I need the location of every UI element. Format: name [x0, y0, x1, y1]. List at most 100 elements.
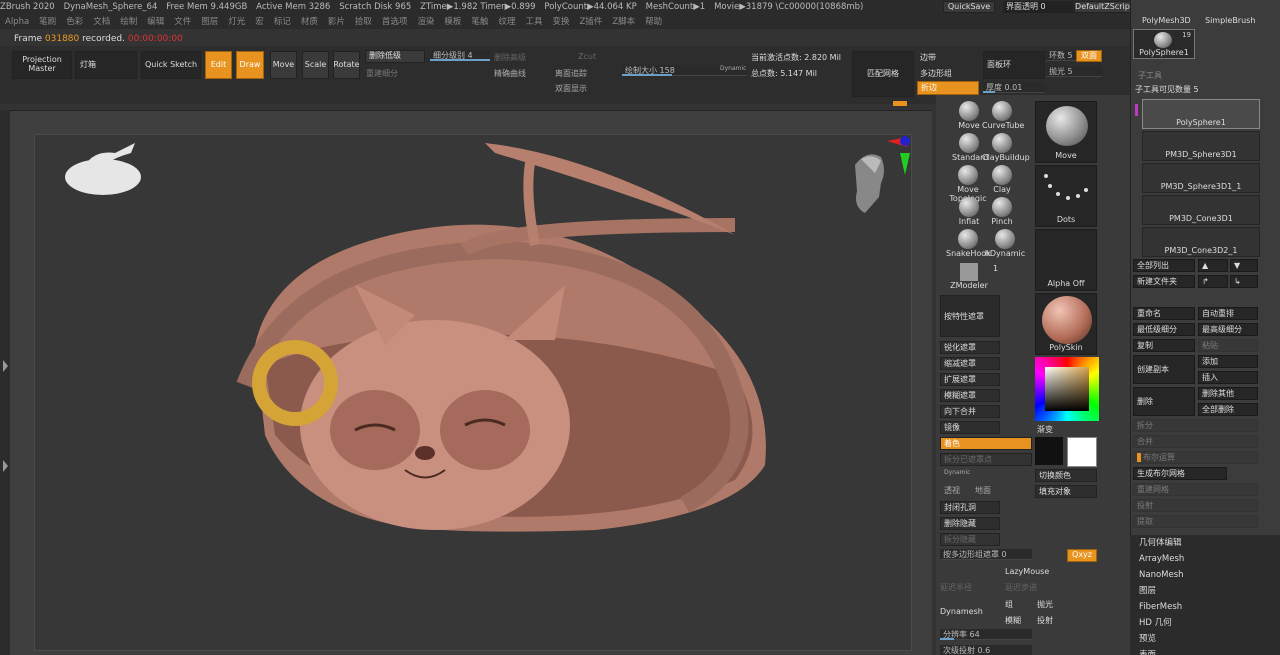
make-boolean-mesh-button[interactable]: 生成布尔网格 — [1133, 467, 1227, 480]
surface-item[interactable]: 表面 — [1130, 647, 1280, 655]
move-down-button[interactable]: ▼ — [1230, 259, 1258, 272]
menu-item[interactable]: 变换 — [552, 15, 569, 29]
lazy-step-slider[interactable]: 延迟步进 — [1005, 582, 1037, 593]
delete-button[interactable]: 删除 — [1133, 387, 1195, 416]
secondary-color-swatch[interactable] — [1067, 437, 1097, 467]
menu-item[interactable]: 拾取 — [355, 15, 372, 29]
split-hidden-button[interactable]: 拆分隐藏 — [940, 533, 1000, 546]
scale-button[interactable]: Scale — [302, 51, 329, 79]
delete-hidden-button[interactable]: 删除隐藏 — [940, 517, 1000, 530]
menu-item[interactable]: Z插件 — [579, 15, 602, 29]
auto-reorder-button[interactable]: 自动重排 — [1198, 307, 1258, 320]
ui-transparency-slider[interactable]: 界面透明 0 — [1003, 1, 1073, 13]
menu-item[interactable]: 笔触 — [471, 15, 488, 29]
left-shelf[interactable] — [0, 110, 10, 655]
split-section[interactable]: 拆分 — [1133, 419, 1258, 432]
sculpt-model[interactable] — [35, 135, 913, 652]
document-canvas[interactable] — [34, 134, 912, 651]
simplebrush-tool[interactable]: SimpleBrush — [1205, 16, 1255, 25]
subtool-item[interactable]: PolySphere1 — [1142, 99, 1260, 129]
menu-item[interactable]: Z脚本 — [612, 15, 635, 29]
menu-item[interactable]: 渲染 — [417, 15, 434, 29]
copy-button[interactable]: 复制 — [1133, 339, 1195, 352]
mask-by-polygroup-slider[interactable]: 按多边形组遮罩 0 — [940, 549, 1032, 560]
layers-item[interactable]: 图层 — [1130, 583, 1280, 599]
thickness-slider[interactable]: 厚度 0.01 — [983, 82, 1045, 93]
list-all-button[interactable]: 全部列出 — [1133, 259, 1195, 272]
gradient-label[interactable]: 渐变 — [1037, 424, 1053, 435]
menu-item[interactable]: 灯光 — [228, 15, 245, 29]
menu-item[interactable]: 宏 — [255, 15, 264, 29]
mask-by-feature-button[interactable]: 按特性遮罩 — [940, 295, 1000, 337]
fibermesh-item[interactable]: FiberMesh — [1130, 599, 1280, 615]
brush-hdynamic[interactable]: hDynamic — [982, 229, 1028, 258]
smooth-curve-button[interactable]: 精确曲线 — [494, 68, 526, 79]
project-section[interactable]: 投射 — [1133, 499, 1258, 512]
head-navigator-icon[interactable] — [855, 154, 884, 213]
new-folder-button[interactable]: 新建文件夹 — [1133, 275, 1195, 288]
insert-button[interactable]: 插入 — [1198, 371, 1258, 384]
quicksave-button[interactable]: QuickSave — [943, 1, 995, 13]
menu-item[interactable]: Alpha — [5, 15, 29, 29]
current-brush-tile[interactable]: Move — [1035, 101, 1097, 163]
projection-master-button[interactable]: Projection Master — [12, 51, 72, 79]
lazy-radius-slider[interactable]: 延迟半径 — [940, 582, 972, 593]
arraymesh-item[interactable]: ArrayMesh — [1130, 551, 1280, 567]
merge-down-button[interactable]: 向下合并 — [940, 405, 1000, 418]
dynamesh-button[interactable]: Dynamesh — [940, 607, 983, 616]
sharpen-mask-button[interactable]: 锐化遮罩 — [940, 341, 1000, 354]
menu-item[interactable]: 文档 — [93, 15, 110, 29]
stroke-tool-button[interactable]: 离面追踪 — [555, 68, 587, 79]
brush-inflat[interactable]: Inflat — [952, 197, 986, 226]
subtool-item[interactable]: PM3D_Cone3D2_1 — [1142, 227, 1260, 257]
highest-subdiv-button[interactable]: 最高级细分 — [1198, 323, 1258, 336]
switch-color-button[interactable]: 切换颜色 — [1035, 469, 1097, 482]
geometry-edit-item[interactable]: 几何体编辑 — [1130, 535, 1280, 551]
color-wheel[interactable] — [1035, 357, 1099, 421]
rotate-button[interactable]: Rotate — [333, 51, 360, 79]
subdiv-level-slider[interactable]: 细分级别 4 — [430, 50, 490, 61]
brush-zmodeler[interactable]: ZModeler — [946, 263, 992, 290]
brush-claybuildup[interactable]: ClayBuildup — [982, 133, 1030, 162]
menu-item[interactable]: 材质 — [301, 15, 318, 29]
menu-item[interactable]: 色彩 — [66, 15, 83, 29]
draw-button[interactable]: Draw — [236, 51, 264, 79]
xyz-symmetry-button[interactable]: Qxyz — [1067, 549, 1097, 562]
menu-item[interactable]: 标记 — [274, 15, 291, 29]
preview-item[interactable]: 预览 — [1130, 631, 1280, 647]
dynamesh-polish-button[interactable]: 抛光 — [1037, 599, 1053, 610]
panel-loops-button[interactable]: 面板环 — [983, 51, 1045, 79]
default-zscript-button[interactable]: DefaultZScript — [1074, 1, 1134, 13]
extract-section[interactable]: 提取 — [1133, 515, 1258, 528]
menu-item[interactable]: 文件 — [174, 15, 191, 29]
menu-item[interactable]: 图层 — [201, 15, 218, 29]
move-up-button[interactable]: ▲ — [1198, 259, 1228, 272]
menu-item[interactable]: 编辑 — [147, 15, 164, 29]
subtool-item[interactable]: PM3D_Sphere3D1 — [1142, 131, 1260, 161]
brush-move[interactable]: Move — [952, 101, 986, 130]
axis-gizmo-icon[interactable] — [887, 136, 910, 175]
subtool-item[interactable]: PM3D_Cone3D1 — [1142, 195, 1260, 225]
remesh-section[interactable]: 重建网格 — [1133, 483, 1258, 496]
quick-sketch-button[interactable]: Quick Sketch — [141, 51, 201, 79]
lazymouse-button[interactable]: LazyMouse — [1005, 567, 1049, 576]
brush-pinch[interactable]: Pinch — [986, 197, 1018, 226]
arrow-redo-button[interactable]: ↱ — [1198, 275, 1228, 288]
duplicate-button[interactable]: 创建副本 — [1133, 355, 1195, 384]
fill-object-button[interactable]: 填充对象 — [1035, 485, 1097, 498]
polysphere-thumbnail[interactable]: 19 PolySphere1 — [1133, 29, 1195, 59]
edit-button[interactable]: Edit — [205, 51, 232, 79]
polygroup-button[interactable]: 多边形组 — [920, 68, 952, 79]
menu-item[interactable]: 帮助 — [645, 15, 662, 29]
polish-slider[interactable]: 抛光 5 — [1046, 66, 1102, 77]
dynamesh-group-button[interactable]: 组 — [1005, 599, 1013, 610]
menu-item[interactable]: 模板 — [444, 15, 461, 29]
match-mesh-button[interactable]: 匹配网格 — [852, 51, 914, 97]
persp-button[interactable]: 透视 — [944, 485, 960, 496]
lightbox-button[interactable]: 灯箱 — [75, 51, 137, 79]
dynamesh-blur-slider[interactable]: 模糊 — [1005, 615, 1021, 626]
zcut-button[interactable]: Zcut — [578, 52, 596, 61]
primary-color-swatch[interactable] — [1035, 437, 1063, 465]
hd-geometry-item[interactable]: HD 几何 — [1130, 615, 1280, 631]
rename-button[interactable]: 重命名 — [1133, 307, 1195, 320]
